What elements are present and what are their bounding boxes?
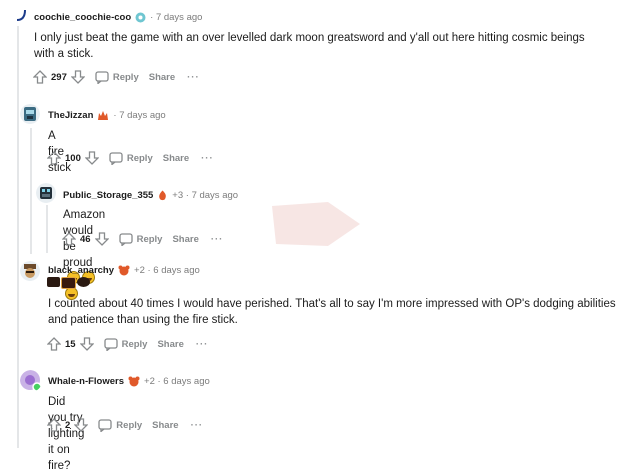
thread-line[interactable] <box>30 128 32 254</box>
flair-icon <box>98 111 109 120</box>
reply-button[interactable]: Reply <box>118 232 162 246</box>
avatar[interactable] <box>20 104 40 124</box>
comment-body: I only just beat the game with an over l… <box>34 32 585 60</box>
timestamp: +2 · 6 days ago <box>134 265 200 276</box>
vote-count: 100 <box>65 152 81 164</box>
upvote-icon[interactable] <box>62 232 76 246</box>
timestamp: · 7 days ago <box>150 12 203 23</box>
upvote-icon[interactable] <box>47 151 61 165</box>
comment-body: Did you try lighting it on fire? <box>48 396 85 472</box>
share-button[interactable]: Share <box>152 420 178 431</box>
share-button[interactable]: Share <box>149 72 175 83</box>
username[interactable]: Public_Storage_355 <box>63 190 153 201</box>
avatar[interactable] <box>36 183 56 203</box>
username[interactable]: black_anarchy <box>48 265 114 276</box>
watermark-logo <box>272 202 360 246</box>
chat-bubble-icon <box>118 232 133 246</box>
timestamp: +3 · 7 days ago <box>172 190 239 201</box>
vote-count: 46 <box>80 233 91 245</box>
avatar[interactable] <box>14 8 28 22</box>
downvote-icon[interactable] <box>70 70 85 84</box>
downvote-icon[interactable] <box>74 418 89 432</box>
share-button[interactable]: Share <box>163 153 189 164</box>
avatar[interactable] <box>20 370 42 392</box>
comment-body: I counted about 40 times I would have pe… <box>48 298 616 326</box>
upvote-icon[interactable] <box>47 337 61 351</box>
flair-icon <box>128 376 140 387</box>
flair-icon <box>118 265 130 276</box>
flair-icon <box>135 12 146 23</box>
avatar[interactable] <box>20 261 40 281</box>
username[interactable]: Whale-n-Flowers <box>48 376 124 387</box>
downvote-icon[interactable] <box>94 232 109 246</box>
more-options-icon[interactable]: ··· <box>211 234 224 245</box>
vote-count: 2 <box>65 419 71 431</box>
downvote-icon[interactable] <box>79 337 94 351</box>
reply-button[interactable]: Reply <box>95 70 139 84</box>
thread-line[interactable] <box>17 26 19 448</box>
timestamp: · 7 days ago <box>113 110 166 121</box>
username[interactable]: TheJizzan <box>48 110 93 121</box>
reply-button[interactable]: Reply <box>98 418 142 432</box>
user-flair <box>47 277 90 289</box>
chat-bubble-icon <box>98 418 112 432</box>
upvote-icon[interactable] <box>33 70 47 84</box>
reply-button[interactable]: Reply <box>103 337 147 351</box>
username[interactable]: coochie_coochie-coo <box>34 12 131 23</box>
more-options-icon[interactable]: ··· <box>201 153 214 164</box>
vote-count: 15 <box>65 338 76 350</box>
thread-line[interactable] <box>46 205 48 253</box>
more-options-icon[interactable]: ··· <box>191 420 204 431</box>
flair-icon <box>159 190 167 201</box>
chat-bubble-icon <box>95 70 109 84</box>
share-button[interactable]: Share <box>157 339 183 350</box>
downvote-icon[interactable] <box>84 151 99 165</box>
vote-count: 297 <box>51 71 67 83</box>
more-options-icon[interactable]: ··· <box>196 339 209 350</box>
timestamp: +2 · 6 days ago <box>144 376 210 387</box>
reply-button[interactable]: Reply <box>109 151 153 165</box>
chat-bubble-icon <box>109 151 123 165</box>
upvote-icon[interactable] <box>47 418 61 432</box>
more-options-icon[interactable]: ··· <box>187 72 200 83</box>
share-button[interactable]: Share <box>172 234 198 245</box>
chat-bubble-icon <box>103 337 118 351</box>
